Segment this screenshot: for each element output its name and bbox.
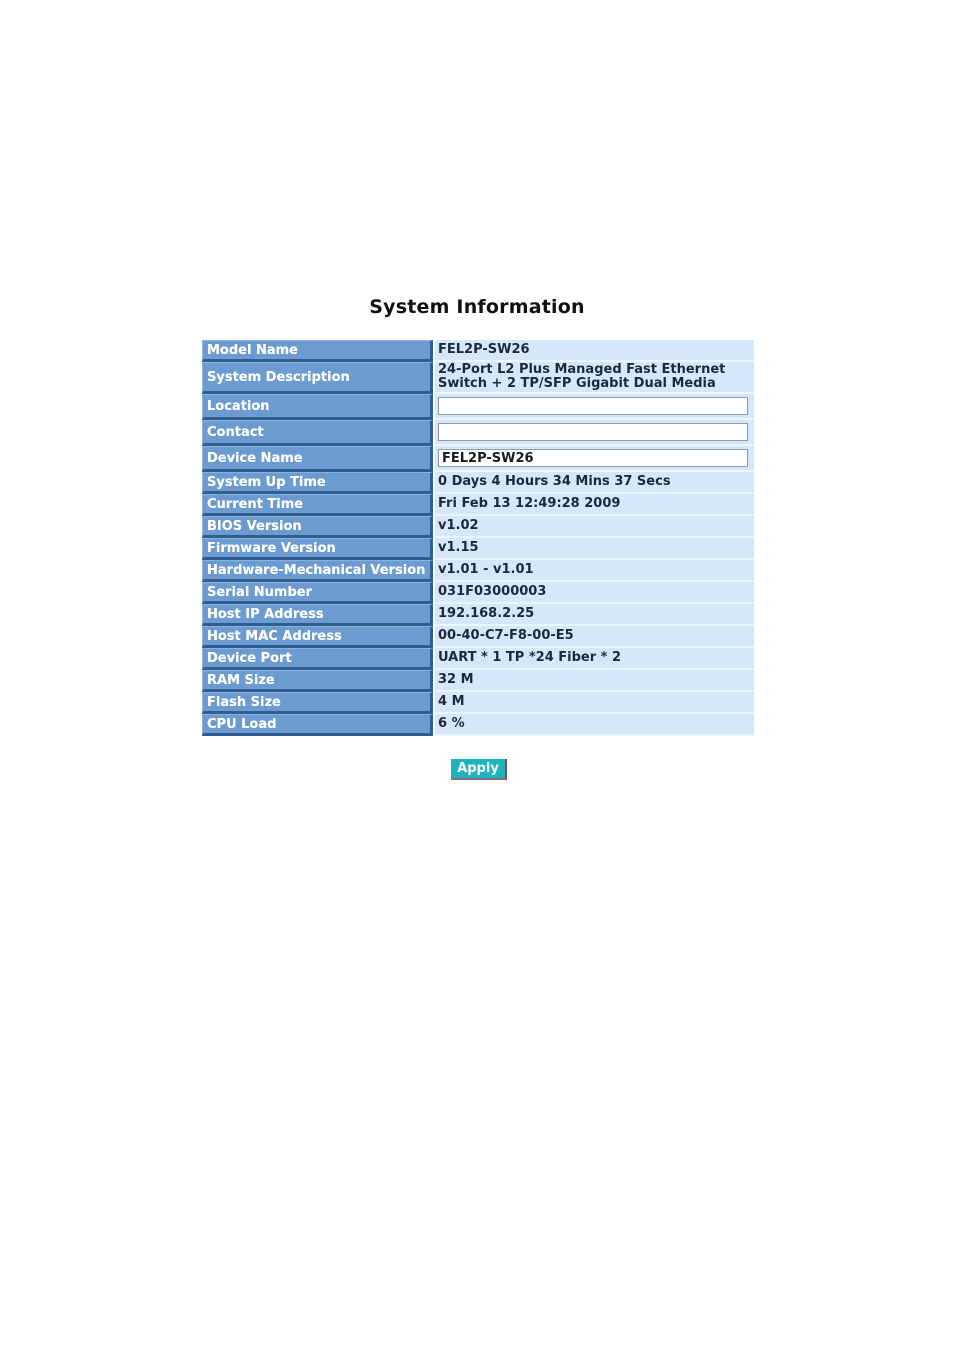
contact-input[interactable] <box>438 423 748 441</box>
value-model-name: FEL2P-SW26 <box>435 340 754 362</box>
system-description-line-2: Switch + 2 TP/SFP Gigabit Dual Media <box>438 376 716 391</box>
row-flash-size: Flash Size 4 M <box>202 692 754 714</box>
row-device-name: Device Name <box>202 446 754 472</box>
value-host-ip-address: 192.168.2.25 <box>435 604 754 626</box>
label-cpu-load: CPU Load <box>202 714 433 736</box>
value-hardware-mechanical-version: v1.01 - v1.01 <box>435 560 754 582</box>
value-contact <box>435 420 754 446</box>
apply-button[interactable]: Apply <box>451 759 507 780</box>
value-firmware-version: v1.15 <box>435 538 754 560</box>
label-bios-version: BIOS Version <box>202 516 433 538</box>
label-host-ip-address: Host IP Address <box>202 604 433 626</box>
label-current-time: Current Time <box>202 494 433 516</box>
label-firmware-version: Firmware Version <box>202 538 433 560</box>
label-serial-number: Serial Number <box>202 582 433 604</box>
row-current-time: Current Time Fri Feb 13 12:49:28 2009 <box>202 494 754 516</box>
label-system-up-time: System Up Time <box>202 472 433 494</box>
value-bios-version: v1.02 <box>435 516 754 538</box>
label-device-name: Device Name <box>202 446 433 472</box>
label-flash-size: Flash Size <box>202 692 433 714</box>
row-bios-version: BIOS Version v1.02 <box>202 516 754 538</box>
row-ram-size: RAM Size 32 M <box>202 670 754 692</box>
value-ram-size: 32 M <box>435 670 754 692</box>
system-description-line-1: 24-Port L2 Plus Managed Fast Ethernet <box>438 362 726 377</box>
value-device-name <box>435 446 754 472</box>
label-location: Location <box>202 394 433 420</box>
row-model-name: Model Name FEL2P-SW26 <box>202 340 754 362</box>
row-contact: Contact <box>202 420 754 446</box>
row-cpu-load: CPU Load 6 % <box>202 714 754 736</box>
value-current-time: Fri Feb 13 12:49:28 2009 <box>435 494 754 516</box>
label-ram-size: RAM Size <box>202 670 433 692</box>
label-hardware-mechanical-version: Hardware-Mechanical Version <box>202 560 433 582</box>
row-system-up-time: System Up Time 0 Days 4 Hours 34 Mins 37… <box>202 472 754 494</box>
row-device-port: Device Port UART * 1 TP *24 Fiber * 2 <box>202 648 754 670</box>
label-system-description: System Description <box>202 362 433 394</box>
value-device-port: UART * 1 TP *24 Fiber * 2 <box>435 648 754 670</box>
location-input[interactable] <box>438 397 748 415</box>
value-host-mac-address: 00-40-C7-F8-00-E5 <box>435 626 754 648</box>
system-info-table: Model Name FEL2P-SW26 System Description… <box>202 340 754 736</box>
row-firmware-version: Firmware Version v1.15 <box>202 538 754 560</box>
label-contact: Contact <box>202 420 433 446</box>
label-device-port: Device Port <box>202 648 433 670</box>
row-location: Location <box>202 394 754 420</box>
value-flash-size: 4 M <box>435 692 754 714</box>
label-host-mac-address: Host MAC Address <box>202 626 433 648</box>
label-model-name: Model Name <box>202 340 433 362</box>
row-host-ip-address: Host IP Address 192.168.2.25 <box>202 604 754 626</box>
value-system-description: 24-Port L2 Plus Managed Fast Ethernet Sw… <box>435 362 754 394</box>
value-location <box>435 394 754 420</box>
value-serial-number: 031F03000003 <box>435 582 754 604</box>
page-title: System Information <box>369 296 585 318</box>
device-name-input[interactable] <box>438 449 748 467</box>
row-host-mac-address: Host MAC Address 00-40-C7-F8-00-E5 <box>202 626 754 648</box>
row-serial-number: Serial Number 031F03000003 <box>202 582 754 604</box>
row-hardware-mechanical-version: Hardware-Mechanical Version v1.01 - v1.0… <box>202 560 754 582</box>
row-system-description: System Description 24-Port L2 Plus Manag… <box>202 362 754 394</box>
value-system-up-time: 0 Days 4 Hours 34 Mins 37 Secs <box>435 472 754 494</box>
value-cpu-load: 6 % <box>435 714 754 736</box>
